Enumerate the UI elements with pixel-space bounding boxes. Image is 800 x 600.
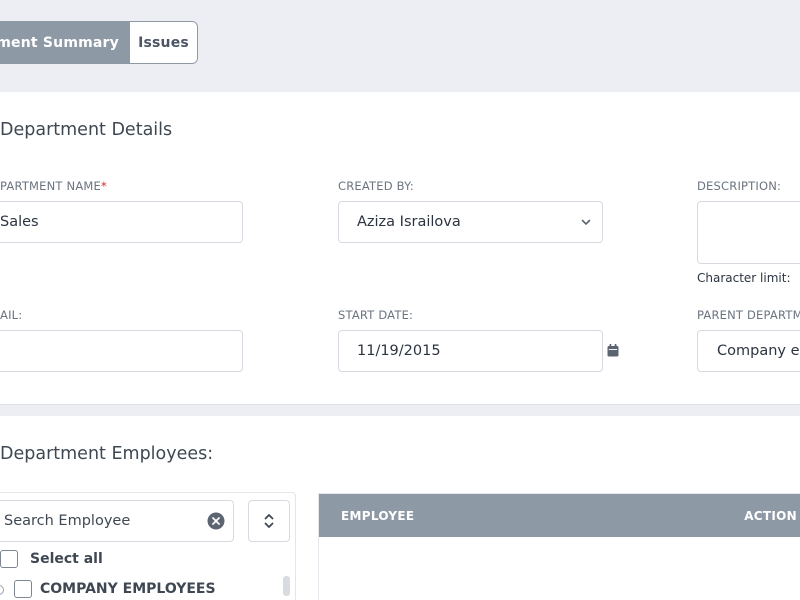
chevron-down-icon xyxy=(581,219,591,226)
description-label: DESCRIPTION: xyxy=(697,179,782,193)
column-action: ACTION xyxy=(744,508,797,523)
picker-scrollbar[interactable] xyxy=(283,576,290,596)
department-name-input[interactable]: Sales xyxy=(0,201,243,243)
department-details-panel: Department Details PARTMENT NAME* CREATE… xyxy=(0,92,800,405)
department-name-label: PARTMENT NAME* xyxy=(0,179,107,193)
search-employee-placeholder: Search Employee xyxy=(4,513,131,529)
employee-table: EMPLOYEE ACTION xyxy=(318,493,800,600)
company-employees-checkbox[interactable] xyxy=(14,580,32,598)
tab-issues[interactable]: Issues xyxy=(129,22,197,63)
company-employees-label: COMPANY EMPLOYEES xyxy=(40,581,216,597)
created-by-select[interactable]: Aziza Israilova xyxy=(338,201,603,243)
character-limit-label: Character limit: xyxy=(697,271,791,285)
column-employee: EMPLOYEE xyxy=(341,508,415,523)
tab-department-summary[interactable]: ment Summary xyxy=(0,22,129,63)
email-input[interactable] xyxy=(0,330,243,372)
department-name-value: Sales xyxy=(0,214,39,230)
created-by-label: CREATED BY: xyxy=(338,179,414,193)
sort-button[interactable] xyxy=(248,500,290,542)
description-textarea[interactable] xyxy=(697,201,800,264)
select-all-checkbox[interactable] xyxy=(0,550,18,568)
parent-department-value: Company e xyxy=(717,343,800,359)
sort-updown-icon xyxy=(264,514,274,528)
department-employees-title: Department Employees: xyxy=(0,444,214,464)
parent-department-select[interactable]: Company e xyxy=(697,330,800,372)
calendar-icon[interactable] xyxy=(607,344,619,357)
start-date-input[interactable]: 11/19/2015 xyxy=(338,330,603,372)
app-root: ment Summary Issues Department Details P… xyxy=(0,0,800,600)
department-employees-panel: Department Employees: Search Employee Se… xyxy=(0,416,800,600)
department-details-title: Department Details xyxy=(0,120,173,140)
created-by-value: Aziza Israilova xyxy=(357,214,461,230)
company-employees-row[interactable]: COMPANY EMPLOYEES xyxy=(0,580,216,598)
clear-search-icon[interactable] xyxy=(207,512,225,530)
employee-table-header: EMPLOYEE ACTION xyxy=(319,494,800,537)
select-all-row[interactable]: Select all xyxy=(0,550,103,568)
email-label: AIL: xyxy=(0,308,23,322)
start-date-value: 11/19/2015 xyxy=(357,343,441,359)
start-date-label: START DATE: xyxy=(338,308,414,322)
tab-bar: ment Summary Issues xyxy=(0,21,198,64)
parent-department-label: PARENT DEPARTM xyxy=(697,308,800,322)
search-employee-input[interactable]: Search Employee xyxy=(0,500,234,542)
select-all-label: Select all xyxy=(30,551,103,567)
